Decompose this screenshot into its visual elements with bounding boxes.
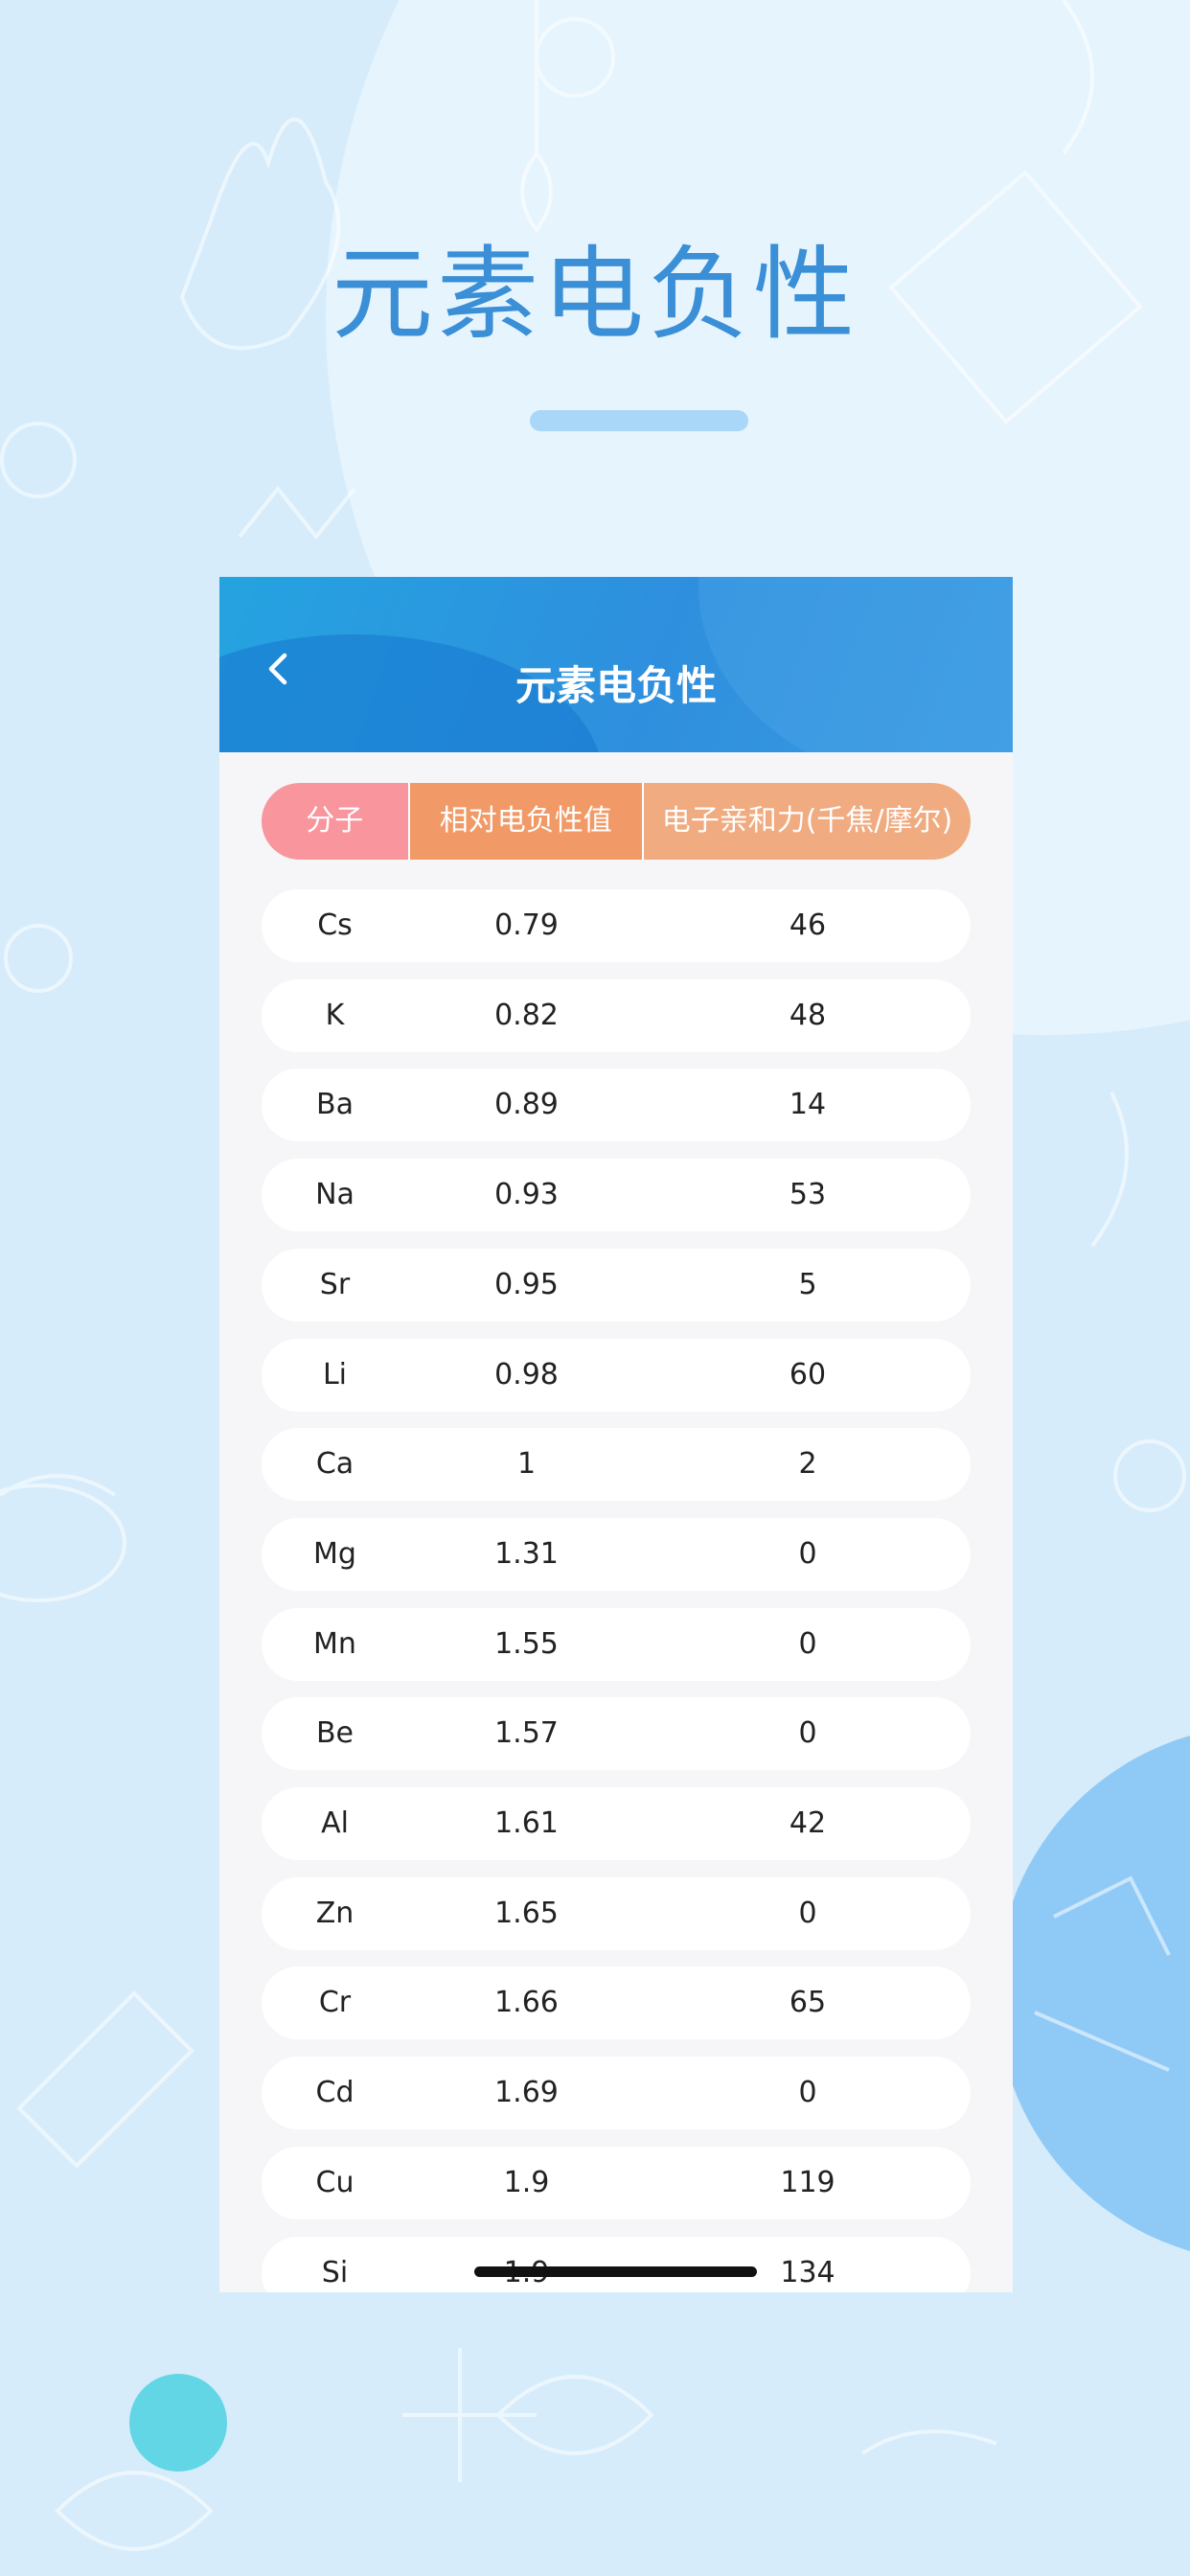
element-cell: Al [321,1806,349,1840]
electronegativity-cell: 0.93 [494,1178,559,1212]
table-row: Na 0.93 53 [262,1159,971,1232]
column-header-electron-affinity: 电子亲和力(千焦/摩尔) [643,783,971,860]
affinity-cell: 5 [798,1267,817,1301]
column-header-electronegativity: 相对电负性值 [409,783,644,860]
electronegativity-cell: 1.55 [494,1626,559,1661]
electronegativity-cell: 0.89 [494,1088,559,1122]
title-underline [530,410,748,431]
table-row: Li 0.98 60 [262,1338,971,1412]
electronegativity-cell: 1.66 [494,1986,559,2020]
table-row: Be 1.57 0 [262,1697,971,1771]
element-cell: Cs [317,908,353,942]
electronegativity-cell: 1.57 [494,1716,559,1751]
electronegativity-cell: 0.82 [494,998,559,1032]
table-row: Mg 1.31 0 [262,1517,971,1591]
affinity-cell: 0 [798,1716,817,1751]
element-cell: Be [315,1716,355,1751]
affinity-cell: 46 [789,908,827,942]
table-row: Zn 1.65 0 [262,1876,971,1950]
electronegativity-cell: 1.9 [410,2237,643,2293]
electronegativity-cell: 1.61 [494,1806,559,1840]
electronegativity-cell: 1.65 [494,1896,559,1930]
affinity-cell: 2 [798,1447,817,1482]
table-row: Cs 0.79 46 [262,889,971,962]
element-cell: Cd [315,2076,355,2110]
table-row: Si 1.9 134 [262,2236,971,2293]
electronegativity-cell: 1.69 [494,2076,559,2110]
affinity-cell: 65 [789,1986,827,2020]
element-cell: Ca [315,1447,355,1482]
content-card: 元素电负性 分子 相对电负性值 电子亲和力(千焦/摩尔) Cs 0.79 46 … [219,577,1013,2292]
table-row: Ba 0.89 14 [262,1069,971,1142]
table-row: Cd 1.69 0 [262,2057,971,2130]
element-cell: Mg [313,1536,356,1571]
affinity-cell: 0 [798,1626,817,1661]
element-cell: Si [321,2255,349,2289]
table-row: Sr 0.95 5 [262,1248,971,1322]
element-cell: Mn [313,1626,356,1661]
affinity-cell: 14 [789,1088,827,1122]
element-cell: Li [322,1357,348,1392]
affinity-cell: 0 [798,1896,817,1930]
table-row: Al 1.61 42 [262,1787,971,1860]
affinity-cell: 53 [789,1178,827,1212]
element-cell: K [325,998,345,1032]
element-cell: Cr [318,1986,352,2020]
affinity-cell: 60 [789,1357,827,1392]
table-row: Ca 1 2 [262,1428,971,1502]
affinity-cell: 119 [780,2165,835,2199]
electronegativity-cell: 0.98 [494,1357,559,1392]
affinity-cell: 134 [780,2255,835,2289]
table-row: Cr 1.66 65 [262,1966,971,2040]
page-title: 元素电负性 [332,236,858,354]
electronegativity-cell: 1 [516,1447,537,1482]
electronegativity-cell: 1.9 [503,2165,550,2199]
element-cell: Cu [315,2165,355,2199]
affinity-cell: 42 [789,1806,827,1840]
header-title: 元素电负性 [515,662,717,709]
element-cell: Na [315,1178,355,1212]
element-cell: Sr [319,1267,351,1301]
table-row: Mn 1.55 0 [262,1607,971,1681]
table-row: K 0.82 48 [262,978,971,1052]
affinity-cell: 48 [789,998,827,1032]
electronegativity-cell: 0.95 [494,1267,559,1301]
element-cell: Zn [315,1896,355,1930]
electronegativity-cell: 0.79 [494,908,559,942]
electronegativity-cell: 1.31 [494,1536,559,1571]
column-header-molecule: 分子 [262,783,410,860]
affinity-cell: 0 [798,2076,817,2110]
affinity-cell: 0 [798,1536,817,1571]
table-header: 分子 相对电负性值 电子亲和力(千焦/摩尔) [262,783,971,860]
home-indicator[interactable] [474,2266,757,2277]
card-header: 元素电负性 [219,577,1013,752]
table-row: Cu 1.9 119 [262,2146,971,2220]
element-cell: Ba [316,1088,354,1122]
